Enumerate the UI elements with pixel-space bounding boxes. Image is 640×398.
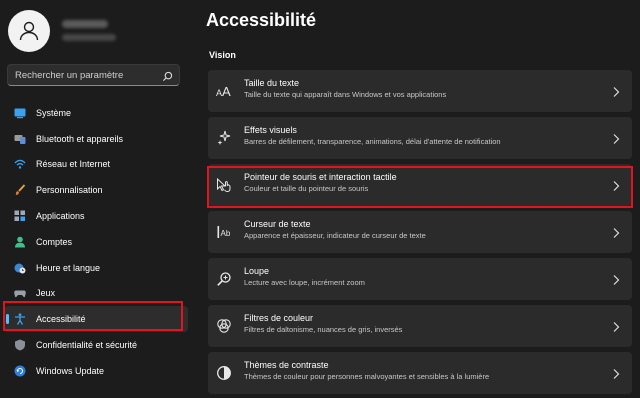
card-subtitle: Filtres de daltonisme, nuances de gris, … <box>244 325 403 334</box>
card-subtitle: Lecture avec loupe, incrément zoom <box>244 278 365 287</box>
card-title: Taille du texte <box>244 78 300 88</box>
sidebar-item-label: Système <box>36 107 72 118</box>
section-label-vision: Vision <box>209 50 236 60</box>
card-subtitle: Thèmes de couleur pour personnes malvoya… <box>244 372 490 381</box>
card-subtitle: Couleur et taille du pointeur de souris <box>244 184 369 193</box>
sidebar-item-label: Personnalisation <box>36 185 103 196</box>
sidebar-item-bluetooth[interactable]: Bluetooth et appareils <box>4 126 188 152</box>
account-icon <box>14 236 26 248</box>
sidebar-item-comptes[interactable]: Comptes <box>4 229 188 255</box>
mouse-pointer-icon <box>216 177 232 193</box>
sidebar-item-applications[interactable]: Applications <box>4 203 188 229</box>
sidebar-item-label: Applications <box>36 211 85 222</box>
sidebar-item-label: Comptes <box>36 236 73 247</box>
chevron-right-icon <box>612 85 620 103</box>
card-pointeur-de-souris[interactable]: Pointeur de souris et interaction tactil… <box>208 164 632 206</box>
apps-icon <box>14 210 26 222</box>
card-subtitle: Taille du texte qui apparaît dans Window… <box>244 90 447 99</box>
sidebar-item-label: Accessibilité <box>36 314 86 325</box>
card-title: Curseur de texte <box>244 219 311 229</box>
sidebar-item-label: Heure et langue <box>36 262 101 273</box>
search-box[interactable] <box>7 64 180 86</box>
card-title: Loupe <box>244 266 270 276</box>
card-loupe[interactable]: Loupe Lecture avec loupe, incrément zoom <box>208 258 632 300</box>
sidebar-item-jeux[interactable]: Jeux <box>4 281 188 307</box>
sidebar-item-label: Confidentialité et sécurité <box>36 340 138 351</box>
system-icon <box>14 107 26 119</box>
card-text: Loupe Lecture avec loupe, incrément zoom <box>244 265 365 289</box>
card-subtitle: Apparence et épaisseur, indicateur de cu… <box>244 231 426 240</box>
card-text: Effets visuels Barres de défilement, tra… <box>244 124 501 148</box>
search-icon[interactable] <box>162 69 173 87</box>
profile-name-blurred <box>62 20 108 28</box>
card-text: Filtres de couleur Filtres de daltonisme… <box>244 312 402 336</box>
contrast-icon <box>216 365 232 381</box>
sidebar-item-label: Réseau et Internet <box>36 159 111 170</box>
bluetooth-icon <box>14 133 26 145</box>
sidebar-item-heure-langue[interactable]: Heure et langue <box>4 255 188 281</box>
avatar[interactable] <box>8 10 50 52</box>
card-text: Pointeur de souris et interaction tactil… <box>244 171 397 195</box>
brush-icon <box>14 184 26 196</box>
globe-clock-icon <box>14 262 26 274</box>
sparkle-icon <box>216 130 232 146</box>
svg-text:Ab: Ab <box>221 229 231 238</box>
sidebar-item-confidentialite[interactable]: Confidentialité et sécurité <box>4 332 188 358</box>
card-title: Pointeur de souris et interaction tactil… <box>244 172 397 182</box>
chevron-right-icon <box>612 226 620 244</box>
user-icon <box>19 21 39 41</box>
text-size-icon: AA <box>216 83 232 99</box>
text-cursor-icon: Ab <box>216 224 232 240</box>
card-effets-visuels[interactable]: Effets visuels Barres de défilement, tra… <box>208 117 632 159</box>
page-title: Accessibilité <box>206 10 317 30</box>
magnifier-icon <box>216 271 232 287</box>
color-filter-icon <box>216 318 232 334</box>
sidebar: Système Bluetooth et appareils Réseau et… <box>0 0 192 398</box>
chevron-right-icon <box>612 367 620 385</box>
sidebar-item-personnalisation[interactable]: Personnalisation <box>4 177 188 203</box>
card-text: Thèmes de contraste Thèmes de couleur po… <box>244 359 489 383</box>
card-curseur-de-texte[interactable]: Ab Curseur de texte Apparence et épaisse… <box>208 211 632 253</box>
update-icon <box>14 365 26 377</box>
accessibility-icon <box>14 313 26 326</box>
user-profile[interactable] <box>8 10 188 52</box>
chevron-right-icon <box>612 273 620 291</box>
card-title: Thèmes de contraste <box>244 360 329 370</box>
shield-icon <box>14 339 26 351</box>
card-title: Effets visuels <box>244 125 297 135</box>
card-subtitle: Barres de défilement, transparence, anim… <box>244 137 501 146</box>
search-input[interactable] <box>8 65 158 85</box>
profile-email-blurred <box>62 34 116 41</box>
sidebar-nav: Système Bluetooth et appareils Réseau et… <box>4 100 188 384</box>
svg-text:A: A <box>222 84 231 99</box>
chevron-right-icon <box>612 132 620 150</box>
wifi-icon <box>14 158 26 170</box>
sidebar-item-reseau[interactable]: Réseau et Internet <box>4 152 188 178</box>
card-taille-du-texte[interactable]: AA Taille du texte Taille du texte qui a… <box>208 70 632 112</box>
sidebar-item-label: Bluetooth et appareils <box>36 133 124 144</box>
chevron-right-icon <box>612 179 620 197</box>
sidebar-item-windows-update[interactable]: Windows Update <box>4 358 188 384</box>
chevron-right-icon <box>612 320 620 338</box>
card-filtres-de-couleur[interactable]: Filtres de couleur Filtres de daltonisme… <box>208 305 632 347</box>
sidebar-item-label: Windows Update <box>36 365 105 376</box>
gamepad-icon <box>14 287 26 299</box>
card-themes-de-contraste[interactable]: Thèmes de contraste Thèmes de couleur po… <box>208 352 632 394</box>
sidebar-item-systeme[interactable]: Système <box>4 100 188 126</box>
sidebar-item-accessibilite[interactable]: Accessibilité <box>4 306 188 333</box>
card-title: Filtres de couleur <box>244 313 314 323</box>
card-text: Curseur de texte Apparence et épaisseur,… <box>244 218 426 242</box>
sidebar-item-label: Jeux <box>36 288 56 299</box>
card-text: Taille du texte Taille du texte qui appa… <box>244 77 446 101</box>
